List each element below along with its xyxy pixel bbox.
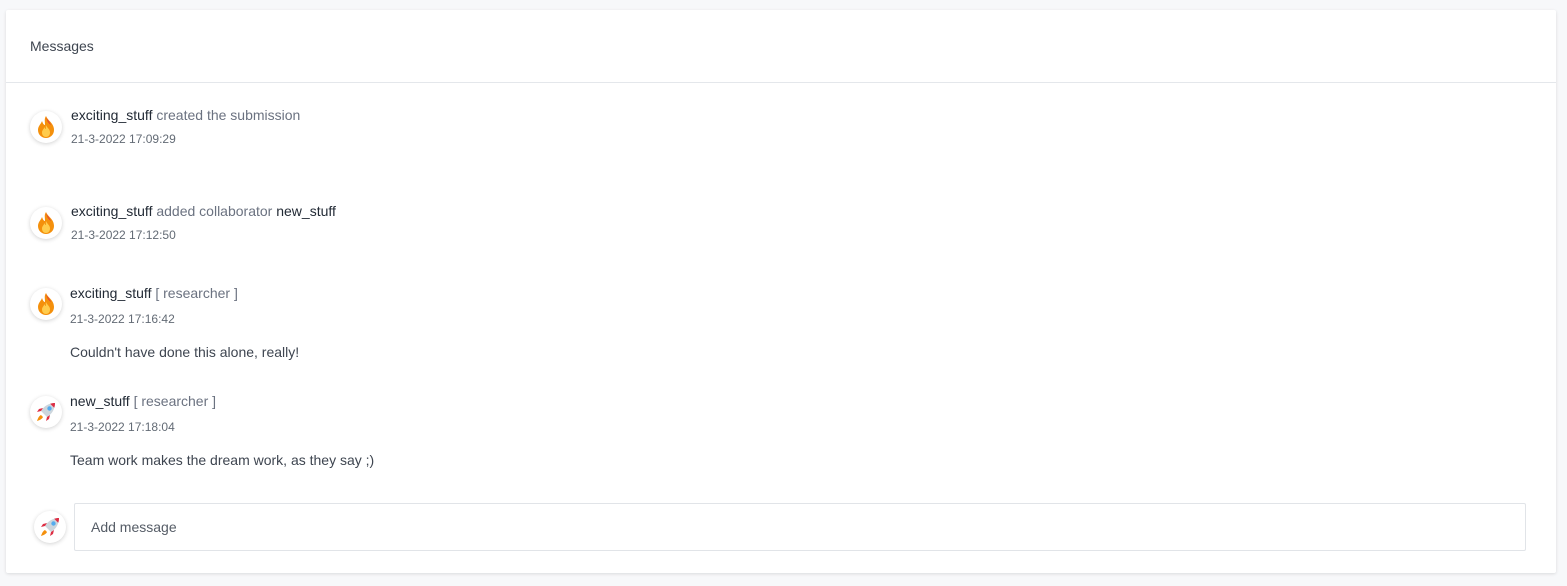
add-message-input[interactable] xyxy=(75,504,1525,550)
message-header: exciting_stuff added collaborator new_st… xyxy=(71,203,336,219)
messages-panel: Messages exciting_stuff created the subm… xyxy=(6,10,1556,573)
fire-icon xyxy=(35,292,57,316)
message-action: added collaborator xyxy=(156,203,273,219)
avatar xyxy=(30,288,62,320)
current-user-avatar xyxy=(34,511,66,543)
message-username[interactable]: exciting_stuff xyxy=(70,285,151,301)
message-timestamp: 21-3-2022 17:16:42 xyxy=(70,312,175,326)
message-role: [ researcher ] xyxy=(133,393,217,409)
message-username[interactable]: new_stuff xyxy=(70,393,130,409)
message-timestamp: 21-3-2022 17:18:04 xyxy=(70,420,175,434)
message-header: exciting_stuff [ researcher ] xyxy=(70,285,238,301)
panel-header: Messages xyxy=(6,10,1556,83)
message-header: exciting_stuff created the submission xyxy=(71,107,300,123)
message-timestamp: 21-3-2022 17:09:29 xyxy=(71,132,176,146)
collaborator-username[interactable]: new_stuff xyxy=(276,203,336,219)
message-action: created the submission xyxy=(156,107,301,123)
avatar xyxy=(30,207,62,239)
message-header: new_stuff [ researcher ] xyxy=(70,393,216,409)
message-username[interactable]: exciting_stuff xyxy=(71,107,152,123)
message-composer xyxy=(74,503,1526,551)
fire-icon xyxy=(35,211,57,235)
message-username[interactable]: exciting_stuff xyxy=(71,203,152,219)
message-text: Team work makes the dream work, as they … xyxy=(70,452,375,468)
message-timestamp: 21-3-2022 17:12:50 xyxy=(71,228,176,242)
message-text: Couldn't have done this alone, really! xyxy=(70,344,300,360)
panel-title: Messages xyxy=(30,38,94,54)
avatar xyxy=(30,111,62,143)
message-role: [ researcher ] xyxy=(155,285,238,301)
rocket-icon xyxy=(35,401,57,423)
avatar xyxy=(30,396,62,428)
rocket-icon xyxy=(39,516,61,538)
fire-icon xyxy=(35,115,57,139)
